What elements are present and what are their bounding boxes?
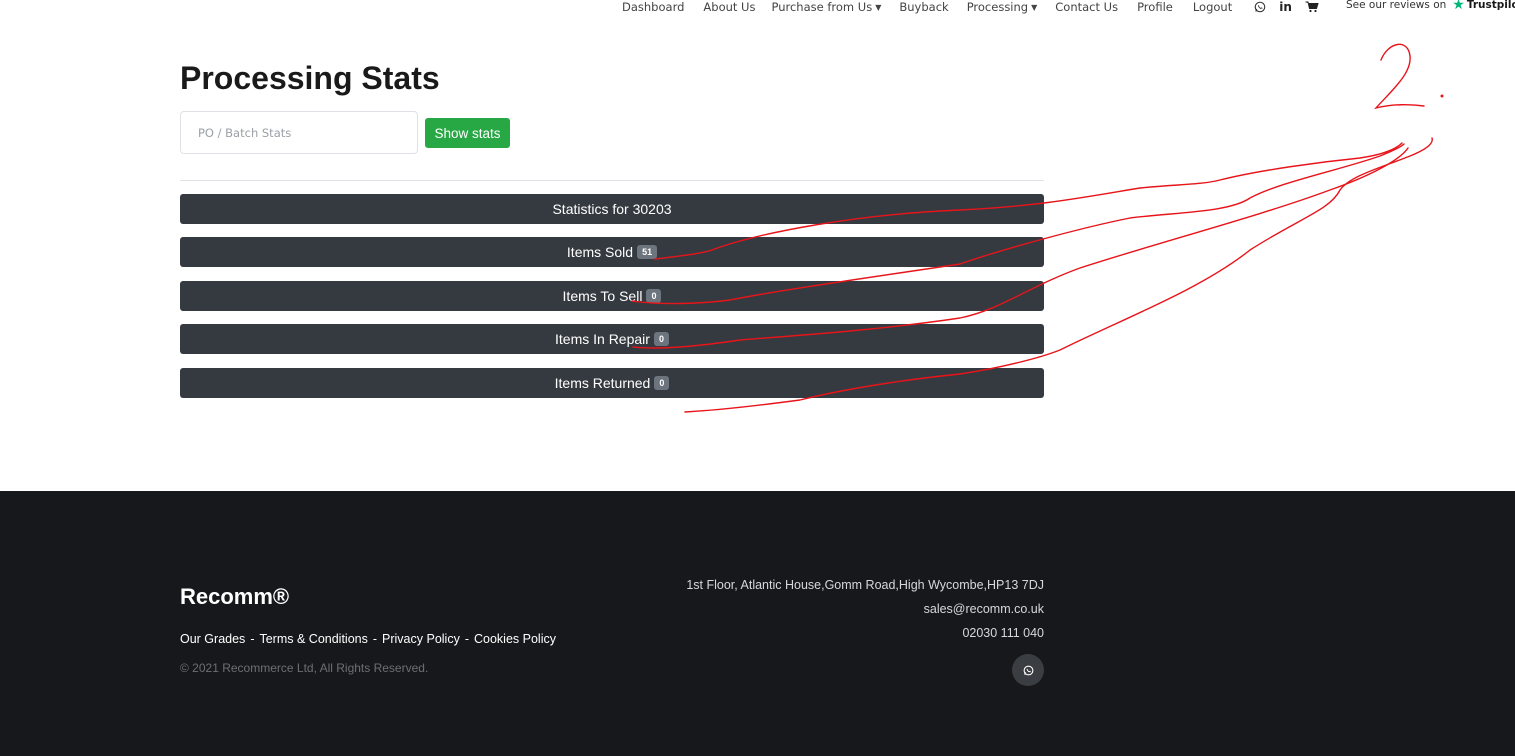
nav-label: Profile (1137, 0, 1173, 14)
footer-email[interactable]: sales@recomm.co.uk (686, 597, 1044, 621)
nav-logout[interactable]: Logout (1193, 0, 1232, 14)
nav-profile[interactable]: Profile (1137, 0, 1173, 14)
footer-link-privacy[interactable]: Privacy Policy (382, 632, 460, 646)
chevron-down-icon: ▼ (875, 2, 882, 12)
footer-contact: 1st Floor, Atlantic House,Gomm Road,High… (686, 573, 1044, 645)
count-badge: 0 (646, 289, 662, 303)
trustpilot-prefix: See our reviews on (1346, 0, 1447, 11)
divider (180, 180, 1044, 181)
stat-label: Items Returned (554, 375, 651, 391)
footer-address: 1st Floor, Atlantic House,Gomm Road,High… (686, 578, 1044, 592)
count-badge: 0 (653, 332, 669, 346)
show-stats-button[interactable]: Show stats (425, 118, 510, 148)
po-batch-input[interactable] (180, 111, 418, 154)
footer-brand: Recomm® (180, 584, 290, 609)
chevron-down-icon: ▼ (1031, 2, 1038, 12)
nav-label: Processing (966, 0, 1029, 14)
cart-icon[interactable] (1305, 0, 1319, 14)
footer-copyright: © 2021 Recommerce Ltd, All Rights Reserv… (180, 661, 429, 675)
stat-items-returned[interactable]: Items Returned 0 (180, 368, 1044, 398)
footer-links: Our Grades - Terms & Conditions - Privac… (180, 632, 556, 646)
footer-link-our-grades[interactable]: Our Grades (180, 632, 245, 646)
separator: - (464, 632, 469, 646)
trustpilot-star-icon: ★ (1452, 0, 1465, 13)
nav-label: Purchase from Us (771, 0, 873, 14)
nav-label: About Us (703, 0, 756, 14)
footer: Recomm® Our Grades - Terms & Conditions … (0, 491, 1515, 756)
linkedin-icon[interactable]: in (1279, 0, 1292, 14)
trustpilot-brand: Trustpilot (1466, 0, 1515, 11)
footer-phone[interactable]: 02030 111 040 (686, 621, 1044, 645)
nav-contact-us[interactable]: Contact Us (1055, 0, 1118, 14)
stat-items-in-repair[interactable]: Items In Repair 0 (180, 324, 1044, 354)
stat-label: Items Sold (566, 244, 634, 260)
stat-label: Items In Repair (555, 331, 650, 347)
stats-header[interactable]: Statistics for 30203 (180, 194, 1044, 224)
separator: - (372, 632, 378, 646)
trustpilot-widget[interactable]: See our reviews on ★ Trustpilot (1346, 0, 1515, 13)
nav-buyback[interactable]: Buyback (899, 0, 948, 14)
footer-link-terms[interactable]: Terms & Conditions (259, 632, 367, 646)
nav-label: Dashboard (622, 0, 685, 14)
stat-items-sold[interactable]: Items Sold 51 (180, 237, 1044, 267)
footer-link-cookies[interactable]: Cookies Policy (474, 632, 556, 646)
whatsapp-icon (1023, 665, 1033, 675)
nav-label: Contact Us (1055, 0, 1119, 14)
nav-processing[interactable]: Processing ▼ (967, 0, 1038, 14)
stat-items-to-sell[interactable]: Items To Sell 0 (180, 281, 1044, 311)
stats-header-label: Statistics for 30203 (552, 201, 672, 217)
count-badge: 0 (654, 376, 670, 390)
count-badge: 51 (637, 245, 658, 259)
nav-purchase-from-us[interactable]: Purchase from Us ▼ (771, 0, 881, 14)
nav-label: Logout (1192, 0, 1233, 14)
whatsapp-icon[interactable] (1254, 0, 1266, 14)
nav-label: Buyback (899, 0, 949, 14)
stat-label: Items To Sell (562, 288, 643, 304)
separator: - (250, 632, 255, 646)
nav-about-us[interactable]: About Us (703, 0, 755, 14)
page-title: Processing Stats (180, 60, 440, 96)
footer-whatsapp-button[interactable] (1012, 654, 1044, 686)
top-nav: Dashboard About Us Purchase from Us ▼ Buy… (622, 0, 1319, 14)
page: Dashboard About Us Purchase from Us ▼ Buy… (0, 0, 1515, 756)
nav-dashboard[interactable]: Dashboard (622, 0, 684, 14)
